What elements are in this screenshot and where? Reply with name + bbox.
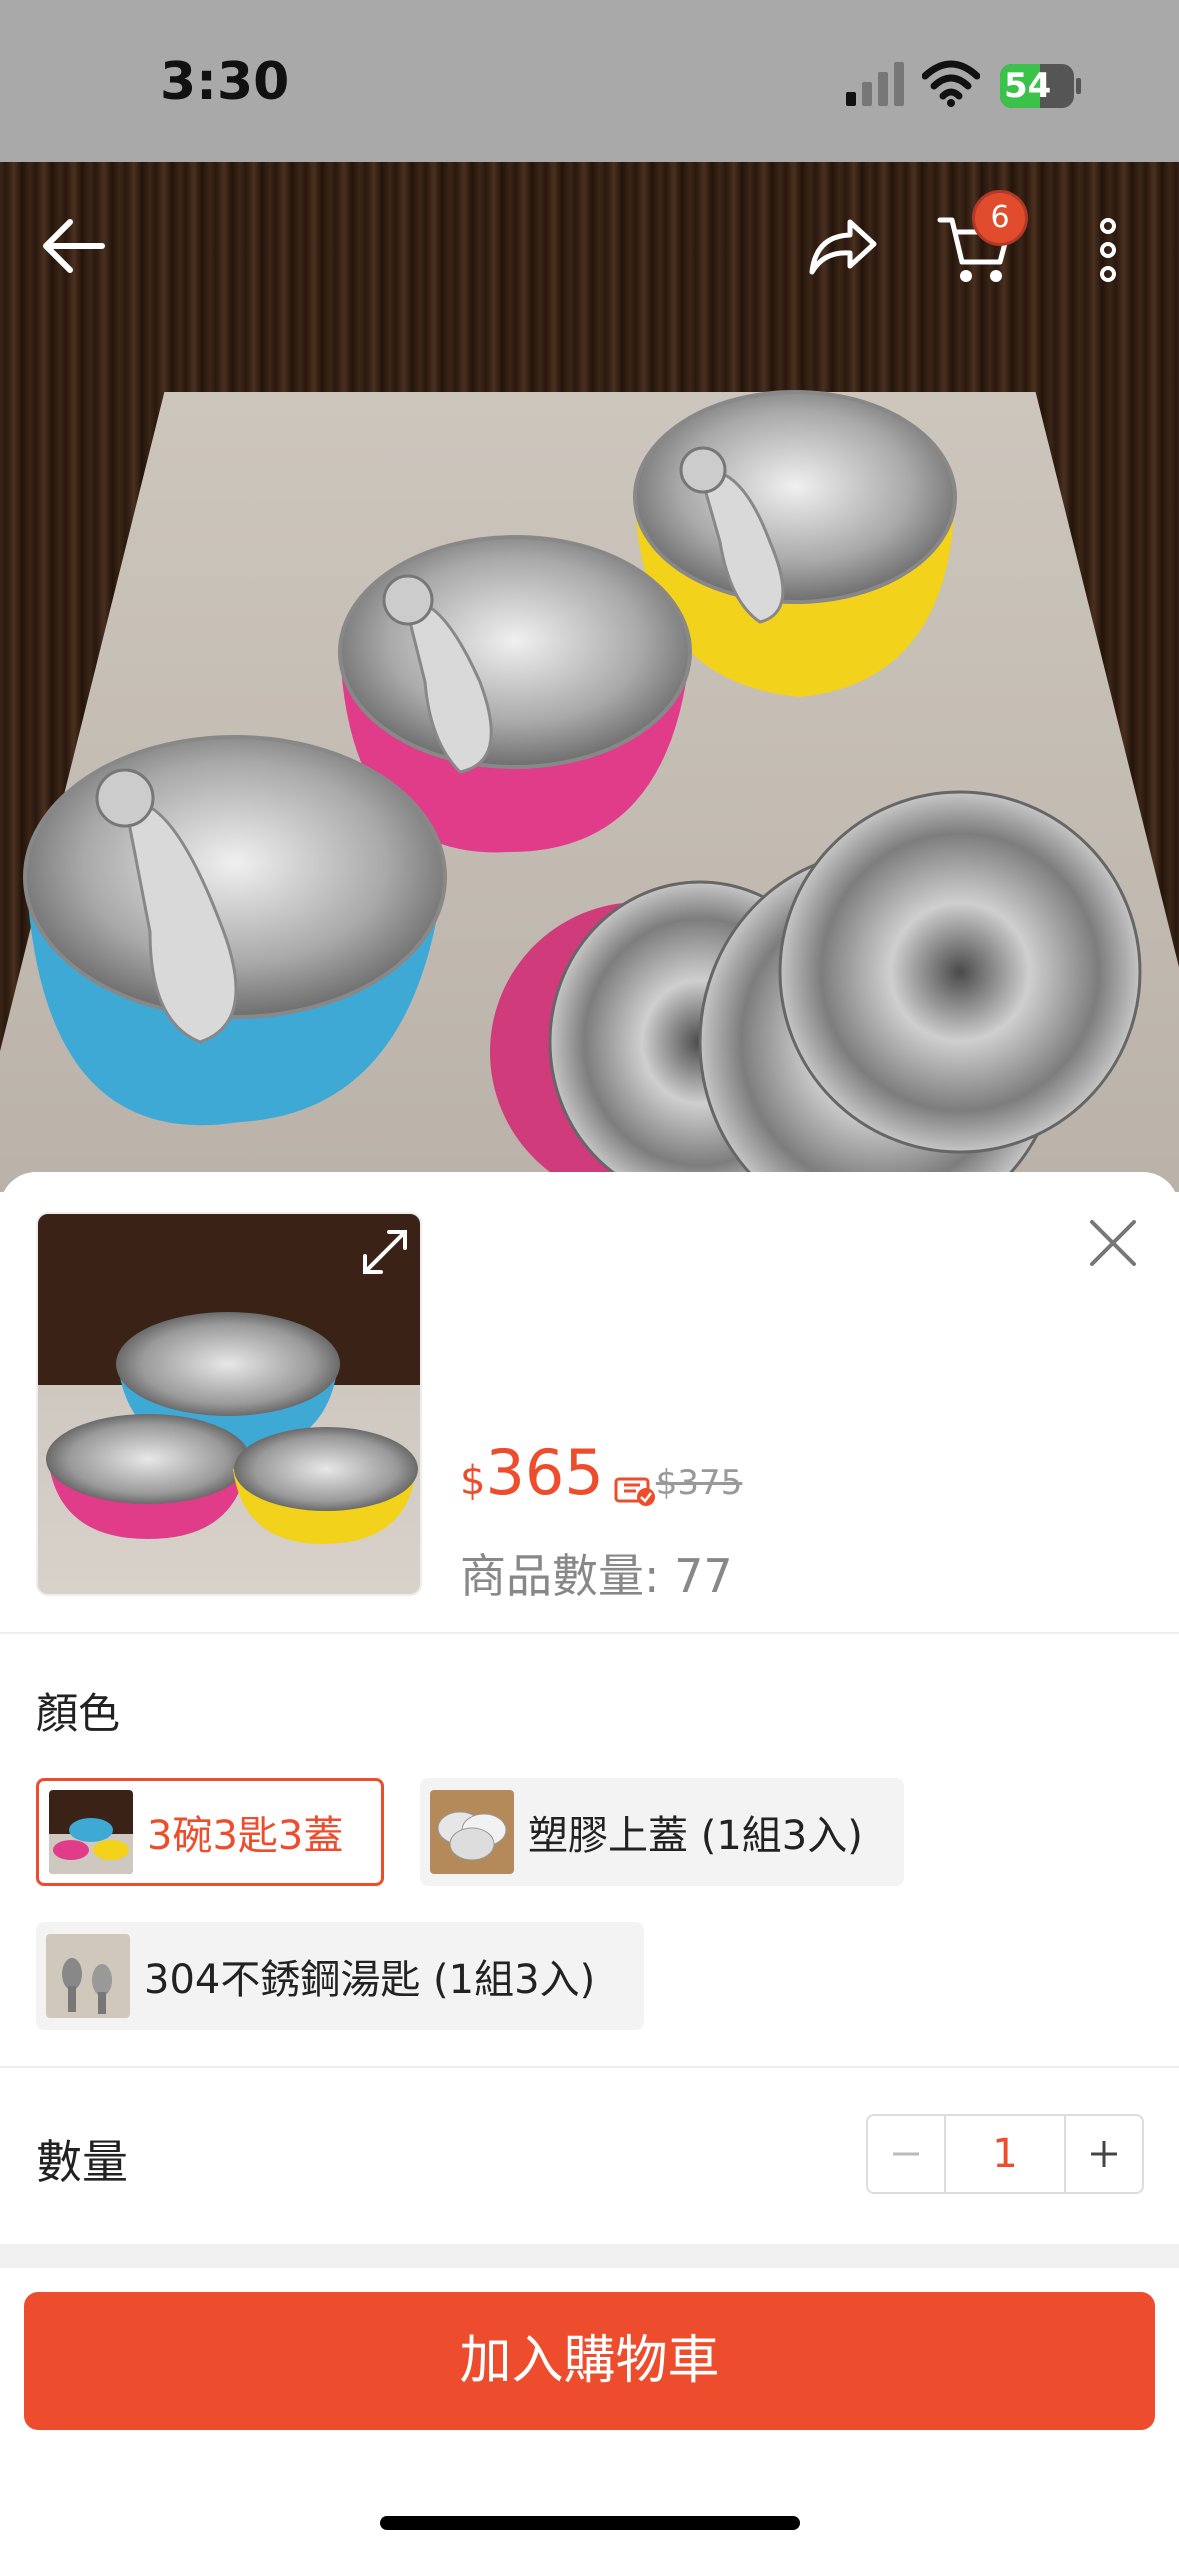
variation-option-3-bowls[interactable]: 3碗3匙3蓋 (36, 1778, 384, 1886)
bowls-photo (23, 390, 1142, 1192)
variation-thumb (46, 1934, 130, 2018)
add-to-cart-button[interactable]: 加入購物車 (24, 2292, 1155, 2430)
variation-thumb (49, 1790, 133, 1874)
current-price: 365 (485, 1436, 604, 1509)
price-row: $365 $375 (460, 1436, 742, 1516)
minus-icon (893, 2152, 919, 2156)
status-time: 3:30 (160, 52, 290, 112)
divider (0, 2066, 1179, 2068)
separator-band (0, 2244, 1179, 2268)
variation-option-label: 304不銹鋼湯匙 (1組3入) (144, 1957, 596, 2003)
variation-option-plastic-lid[interactable]: 塑膠上蓋 (1組3入) (420, 1778, 904, 1886)
battery-indicator: 54 (1000, 64, 1081, 108)
quantity-label: 數量 (36, 2135, 128, 2189)
color-section-label: 顏色 (36, 1689, 121, 1738)
quantity-value[interactable]: 1 (944, 2116, 1066, 2192)
divider (0, 1632, 1179, 1634)
quantity-stepper: 1 (866, 2114, 1144, 2194)
home-indicator (380, 2516, 800, 2530)
original-price: $375 (655, 1463, 743, 1503)
decrement-button[interactable] (868, 2116, 944, 2192)
variation-option-label: 3碗3匙3蓋 (147, 1813, 344, 1859)
stock-count: 商品數量: 77 (460, 1549, 733, 1603)
status-bar: 3:30 54 (0, 0, 1179, 162)
expand-icon[interactable] (355, 1222, 415, 1282)
more-vertical-icon[interactable] (1068, 210, 1148, 290)
plus-icon (1091, 2141, 1117, 2167)
wifi-icon (922, 60, 980, 107)
variation-option-label: 塑膠上蓋 (1組3入) (528, 1813, 863, 1859)
variation-thumb (430, 1790, 514, 1874)
price-currency: $ (460, 1458, 486, 1504)
increment-button[interactable] (1066, 2116, 1142, 2192)
coupon-verified-icon (614, 1477, 655, 1506)
product-hero-image (0, 162, 1179, 1192)
cellular-signal-icon (846, 62, 904, 106)
variation-option-steel-spoon[interactable]: 304不銹鋼湯匙 (1組3入) (36, 1922, 644, 2030)
battery-level: 54 (1004, 66, 1052, 106)
cart-count-badge: 6 (972, 190, 1028, 246)
share-icon[interactable] (802, 206, 882, 286)
close-icon[interactable] (1080, 1210, 1146, 1276)
back-arrow-icon[interactable] (34, 206, 114, 286)
